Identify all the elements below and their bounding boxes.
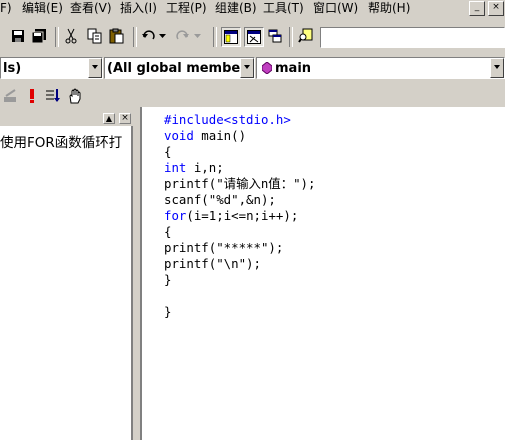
chevron-down-icon[interactable] — [240, 58, 254, 78]
workspace-panel-header: ▲ × — [0, 112, 138, 126]
compile-icon[interactable] — [1, 87, 19, 105]
menu-help[interactable]: 帮助(H) — [368, 0, 410, 16]
execute-icon[interactable] — [23, 87, 41, 105]
standard-toolbar — [0, 24, 505, 52]
class-combo[interactable]: ls) — [0, 57, 103, 79]
filter-combo[interactable]: (All global members — [104, 57, 255, 79]
close-button[interactable]: × — [488, 1, 504, 16]
code-line: printf("请输入n值："); — [164, 176, 316, 191]
save-icon[interactable] — [9, 27, 27, 45]
code-line: { — [164, 224, 172, 239]
wizard-bar: ls) (All global members main — [0, 55, 505, 79]
find-in-files-icon[interactable] — [297, 27, 315, 45]
toolbar-separator — [213, 27, 217, 47]
menu-edit[interactable]: 编辑(E) — [22, 0, 63, 16]
menu-view[interactable]: 查看(V) — [70, 0, 112, 16]
code-line: void main() — [164, 128, 247, 143]
function-icon — [261, 61, 273, 77]
code-line: } — [164, 304, 172, 319]
menu-build[interactable]: 组建(B) — [215, 0, 257, 16]
menu-bar: F) 编辑(E) 查看(V) 插入(I) 工程(P) 组建(B) 工具(T) 窗… — [0, 0, 505, 16]
code-line: #include<stdio.h> — [164, 112, 291, 127]
toolbar-separator — [133, 27, 137, 47]
menu-project[interactable]: 工程(P) — [166, 0, 207, 16]
member-combo[interactable]: main — [256, 57, 505, 79]
toolbar-separator — [289, 27, 293, 47]
code-line: printf("*****"); — [164, 240, 284, 255]
save-all-icon[interactable] — [30, 27, 48, 45]
workspace-tree-item[interactable]: 使用FOR函数循环打 — [0, 134, 122, 152]
paste-icon[interactable] — [108, 27, 126, 45]
filter-combo-value: (All global members — [107, 60, 255, 76]
code-editor[interactable]: #include<stdio.h> void main() { int i,n;… — [140, 107, 505, 440]
menu-file[interactable]: F) — [0, 0, 12, 16]
toolbar-separator — [55, 27, 59, 47]
minimize-button[interactable]: _ — [469, 1, 485, 16]
panel-restore-icon[interactable]: ▲ — [103, 113, 115, 124]
code-line: scanf("%d",&n); — [164, 192, 276, 207]
build-minibar — [0, 84, 100, 108]
code-line: printf("\n"); — [164, 256, 261, 271]
workspace-panel: 使用FOR函数循环打 — [0, 126, 133, 440]
code-line: { — [164, 144, 172, 159]
code-line: } — [164, 272, 172, 287]
redo-dropdown-icon[interactable] — [192, 27, 202, 45]
menu-insert[interactable]: 插入(I) — [120, 0, 157, 16]
menu-tools[interactable]: 工具(T) — [263, 0, 304, 16]
copy-icon[interactable] — [86, 27, 104, 45]
menu-window[interactable]: 窗口(W) — [313, 0, 358, 16]
member-combo-value: main — [275, 60, 312, 76]
panel-close-icon[interactable]: × — [119, 113, 131, 124]
chevron-down-icon[interactable] — [88, 58, 102, 78]
class-combo-value: ls) — [3, 60, 22, 76]
redo-icon[interactable] — [173, 27, 191, 45]
window-list-icon[interactable] — [266, 27, 284, 45]
go-debug-icon[interactable] — [44, 87, 62, 105]
code-line: for(i=1;i<=n;i++); — [164, 208, 299, 223]
breakpoint-hand-icon[interactable] — [66, 87, 84, 105]
undo-dropdown-icon[interactable] — [157, 27, 167, 45]
cut-icon[interactable] — [62, 27, 80, 45]
output-window-icon[interactable] — [244, 27, 264, 47]
find-input[interactable] — [320, 27, 505, 48]
undo-icon[interactable] — [140, 27, 158, 45]
code-line: int i,n; — [164, 160, 224, 175]
workspace-window-icon[interactable] — [221, 27, 241, 47]
chevron-down-icon[interactable] — [490, 58, 504, 78]
